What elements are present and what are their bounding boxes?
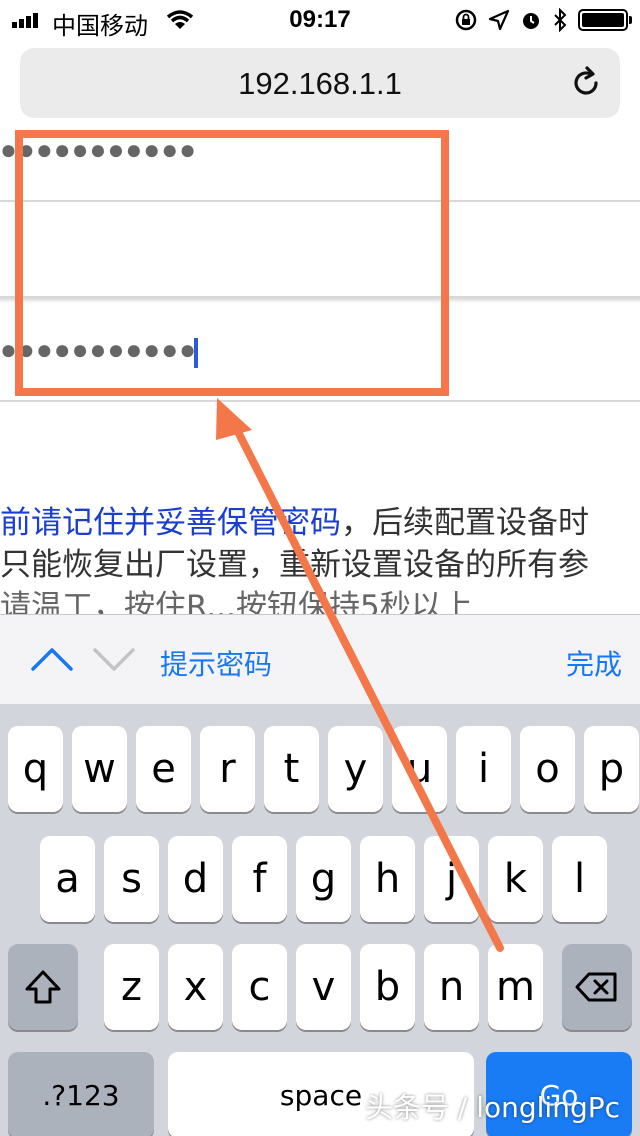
keyboard-accessory-bar: 提示密码 完成 xyxy=(0,614,640,704)
key-j[interactable]: j xyxy=(424,836,479,922)
key-a[interactable]: a xyxy=(40,836,95,922)
key-t[interactable]: t xyxy=(264,726,319,812)
done-button[interactable]: 完成 xyxy=(566,643,622,683)
key-v[interactable]: v xyxy=(296,944,351,1030)
backspace-icon xyxy=(575,972,617,1002)
key-h[interactable]: h xyxy=(360,836,415,922)
key-q[interactable]: q xyxy=(8,726,63,812)
status-icons xyxy=(454,6,632,34)
key-l[interactable]: l xyxy=(552,836,607,922)
key-s[interactable]: s xyxy=(104,836,159,922)
battery-icon xyxy=(578,9,632,31)
keyboard: .?123 space Go qwertyuiopasdfghjklzxcvbn… xyxy=(0,704,640,1136)
key-m[interactable]: m xyxy=(488,944,543,1030)
password-hint-button[interactable]: 提示密码 xyxy=(160,643,272,683)
key-u[interactable]: u xyxy=(392,726,447,812)
key-w[interactable]: w xyxy=(72,726,127,812)
watermark: 头条号 / longlingPc xyxy=(364,1091,620,1124)
alarm-icon xyxy=(523,13,539,29)
location-icon xyxy=(488,9,510,31)
reload-icon[interactable] xyxy=(568,65,604,101)
shift-icon xyxy=(25,970,61,1004)
notice-line3: 请温工，按住R...按钮保持5秒以上 xyxy=(0,589,473,614)
key-p[interactable]: p xyxy=(584,726,639,812)
numbers-key[interactable]: .?123 xyxy=(8,1052,154,1136)
notice-highlight: 前请记住并妥善保管密码 xyxy=(0,505,341,541)
notice-line2: 只能恢复出厂设置，重新设置设备的所有参 xyxy=(0,547,589,583)
key-b[interactable]: b xyxy=(360,944,415,1030)
key-f[interactable]: f xyxy=(232,836,287,922)
delete-key[interactable] xyxy=(562,944,632,1030)
key-o[interactable]: o xyxy=(520,726,575,812)
key-d[interactable]: d xyxy=(168,836,223,922)
key-x[interactable]: x xyxy=(168,944,223,1030)
address-bar[interactable]: 192.168.1.1 xyxy=(20,48,620,118)
status-bar: 中国移动 09:17 xyxy=(0,0,640,40)
key-r[interactable]: r xyxy=(200,726,255,812)
url-text[interactable]: 192.168.1.1 xyxy=(20,66,620,102)
key-g[interactable]: g xyxy=(296,836,351,922)
key-i[interactable]: i xyxy=(456,726,511,812)
shift-key[interactable] xyxy=(8,944,78,1030)
chevron-up-icon[interactable] xyxy=(30,645,74,673)
key-y[interactable]: y xyxy=(328,726,383,812)
bluetooth-icon xyxy=(554,8,567,32)
key-c[interactable]: c xyxy=(232,944,287,1030)
chevron-down-icon[interactable] xyxy=(92,645,136,673)
orientation-lock-icon xyxy=(455,9,477,31)
key-k[interactable]: k xyxy=(488,836,543,922)
key-z[interactable]: z xyxy=(104,944,159,1030)
key-e[interactable]: e xyxy=(136,726,191,812)
notice-line1: ，后续配置设备时 xyxy=(341,505,589,541)
password-notice: 前请记住并妥善保管密码，后续配置设备时 只能恢复出厂设置，重新设置设备的所有参 … xyxy=(0,502,640,614)
password-highlight-box xyxy=(15,130,449,396)
key-n[interactable]: n xyxy=(424,944,479,1030)
